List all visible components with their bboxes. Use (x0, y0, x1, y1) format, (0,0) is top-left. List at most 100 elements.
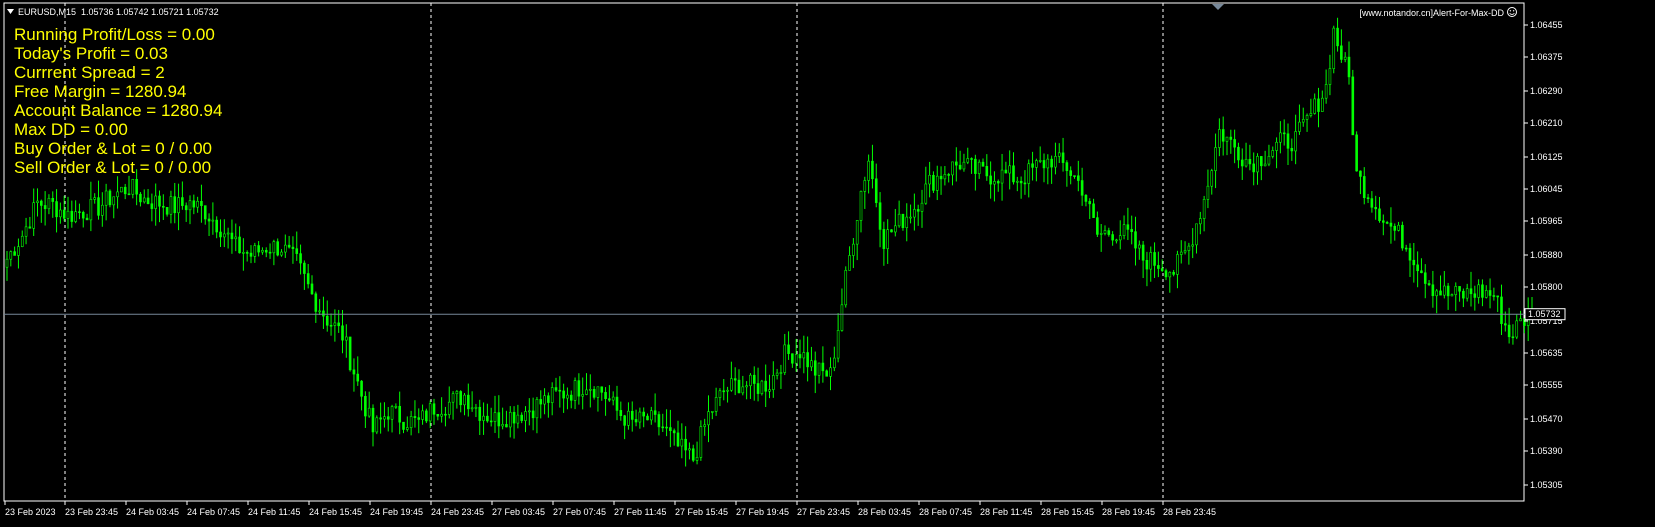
candle-body-bear (306, 273, 310, 285)
candle-body-bear (1378, 208, 1381, 222)
candle-body-bull (627, 410, 630, 426)
candle-body-bull (1199, 218, 1202, 225)
candle-body-bear (238, 236, 241, 254)
candle-body-bear (70, 210, 74, 222)
candle-body-bull (447, 401, 451, 415)
candle-body-bear (360, 380, 363, 397)
candle-body-bull (188, 200, 192, 211)
candle-body-bear (878, 202, 882, 230)
candle-body-bear (512, 411, 516, 424)
candle-body-bull (772, 375, 775, 390)
candle-body-bull (581, 394, 584, 397)
candle-body-bear (958, 164, 962, 170)
candle-body-bear (1130, 229, 1133, 232)
candle-body-bear (974, 158, 977, 174)
candle-body-bull (711, 411, 714, 413)
candle-body-bear (1511, 336, 1515, 339)
candle-body-bear (1458, 286, 1461, 292)
candle-body-bear (489, 420, 493, 423)
candle-body-bull (951, 161, 954, 176)
candle-body-bull (1008, 165, 1011, 174)
price-chart[interactable]: 1.06455 1.06375 1.06290 1.06210 1.06125 1.060… (0, 0, 1655, 522)
symbol-header[interactable]: EURUSD,M15 1.05736 1.05742 1.05721 1.057… (7, 7, 219, 17)
candle-body-bull (440, 413, 443, 417)
candle-body-bear (1145, 259, 1149, 270)
candle-body-bear (1423, 272, 1427, 284)
candle-body-bear (1042, 160, 1046, 169)
x-tick-label: 27 Feb 07:45 (553, 507, 606, 517)
candle-body-bear (497, 412, 501, 427)
candle-body-bear (1481, 284, 1484, 298)
chart-window[interactable]: 1.06455 1.06375 1.06290 1.06210 1.06125 1.060… (0, 0, 1655, 522)
x-tick-label: 28 Feb 23:45 (1163, 507, 1216, 517)
candle-body-bear (348, 336, 352, 371)
info-line: Account Balance = 1280.94 (14, 101, 222, 120)
candle-body-bear (303, 262, 306, 274)
info-line: Today's Profit = 0.03 (14, 44, 168, 63)
candle-body-bull (493, 412, 497, 422)
x-tick-label: 28 Feb 11:45 (980, 507, 1032, 517)
candle-body-bear (379, 417, 382, 420)
candle-body-bull (993, 181, 996, 185)
candle-body-bear (1050, 158, 1053, 168)
candle-body-bear (996, 181, 1000, 184)
candle-body-bear (1446, 285, 1450, 297)
candle-body-bull (1103, 230, 1107, 234)
candle-body-bull (707, 411, 710, 426)
candle-body-bear (127, 193, 131, 196)
candle-body-bear (604, 392, 607, 400)
candle-body-bull (474, 406, 478, 409)
candle-body-bear (619, 410, 623, 417)
candle-body-bear (1153, 252, 1156, 266)
candle-body-bear (268, 251, 272, 254)
candle-body-bull (794, 354, 798, 364)
candle-body-bull (714, 397, 718, 412)
candle-body-bull (924, 183, 928, 204)
candle-body-bear (1172, 271, 1175, 275)
candle-body-bear (413, 416, 417, 418)
candle-body-bull (226, 232, 230, 235)
x-tick-label: 24 Feb 03:45 (126, 507, 179, 517)
candle-body-bear (192, 200, 196, 208)
candle-body-bull (535, 399, 539, 419)
y-tick-label: 1.05635 (1530, 348, 1563, 358)
candle-body-bull (962, 161, 966, 170)
candle-body-bull (345, 336, 348, 341)
x-tick-label: 24 Feb 07:45 (187, 507, 240, 517)
x-tick-label: 27 Feb 19:45 (736, 507, 789, 517)
candle-body-bull (688, 448, 691, 451)
candle-body-bull (611, 396, 615, 401)
chart-background (0, 0, 1655, 522)
candle-body-bear (657, 414, 661, 428)
candle-body-bear (615, 396, 619, 411)
candle-body-bull (421, 410, 424, 420)
candle-body-bear (13, 251, 16, 256)
candle-body-bull (836, 330, 840, 359)
candle-body-bull (17, 246, 20, 256)
candle-body-bull (1332, 27, 1336, 69)
candle-body-bull (501, 424, 504, 427)
y-tick-label: 1.05470 (1530, 414, 1563, 424)
candle-body-bull (928, 174, 931, 185)
candle-body-bull (272, 241, 276, 254)
price-axis: 1.06455 1.06375 1.06290 1.06210 1.06125 1.060… (1524, 20, 1563, 490)
candle-body-bull (528, 410, 531, 413)
candle-body-bear (1317, 98, 1320, 112)
candle-body-bull (280, 251, 283, 256)
candle-body-bear (1370, 198, 1374, 208)
candle-body-bull (1443, 285, 1446, 296)
candle-body-bear (62, 209, 66, 219)
y-tick-label: 1.05555 (1530, 380, 1563, 390)
candle (108, 189, 112, 208)
candle (1355, 131, 1358, 172)
candle-body-bear (1412, 259, 1416, 266)
candle-body-bull (367, 407, 371, 417)
candle-body-bull (1343, 56, 1347, 60)
candle-body-bull (1016, 180, 1019, 183)
candle-body-bull (333, 322, 337, 326)
candle-body-bear (173, 196, 177, 214)
y-tick-label: 1.05800 (1530, 282, 1563, 292)
candle-body-bear (1134, 231, 1137, 249)
candle-body-bear (691, 448, 695, 461)
candle (844, 266, 848, 308)
